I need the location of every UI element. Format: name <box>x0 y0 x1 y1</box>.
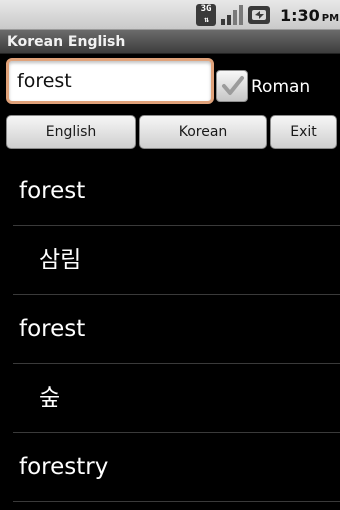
result-list: forest 삼림 forest 숲 forestry <box>0 157 340 510</box>
app-title: Korean English <box>0 30 340 54</box>
checkmark-icon <box>222 76 244 95</box>
roman-checkbox-label: Roman <box>251 77 311 97</box>
korean-button[interactable]: Korean <box>139 115 267 149</box>
3g-icon: 3G ⇅ <box>196 4 216 26</box>
english-button[interactable]: English <box>6 115 136 149</box>
roman-checkbox[interactable] <box>216 70 248 102</box>
result-text: forest <box>19 178 86 204</box>
status-bar: 3G ⇅ 1:30 PM <box>0 0 340 30</box>
result-item-term[interactable]: forest <box>13 295 340 364</box>
search-input[interactable] <box>6 58 214 104</box>
result-item-term[interactable]: forestry <box>13 433 340 502</box>
result-text: 삼림 <box>39 247 82 273</box>
data-arrows-icon: ⇅ <box>204 15 209 24</box>
result-item-translation[interactable]: 삼림 <box>13 226 340 295</box>
clock-time: 1:30 <box>280 6 320 25</box>
signal-icon <box>221 5 243 25</box>
network-type: 3G <box>200 4 212 14</box>
battery-icon <box>248 6 270 24</box>
result-text: forest <box>19 316 86 342</box>
result-item-term[interactable]: forest <box>13 157 340 226</box>
status-clock: 1:30 PM <box>280 5 339 27</box>
exit-button[interactable]: Exit <box>270 115 337 149</box>
result-text: 숲 <box>39 385 61 411</box>
result-item-translation[interactable]: 숲 <box>13 364 340 433</box>
result-text: forestry <box>19 454 109 480</box>
clock-ampm: PM <box>321 13 340 24</box>
